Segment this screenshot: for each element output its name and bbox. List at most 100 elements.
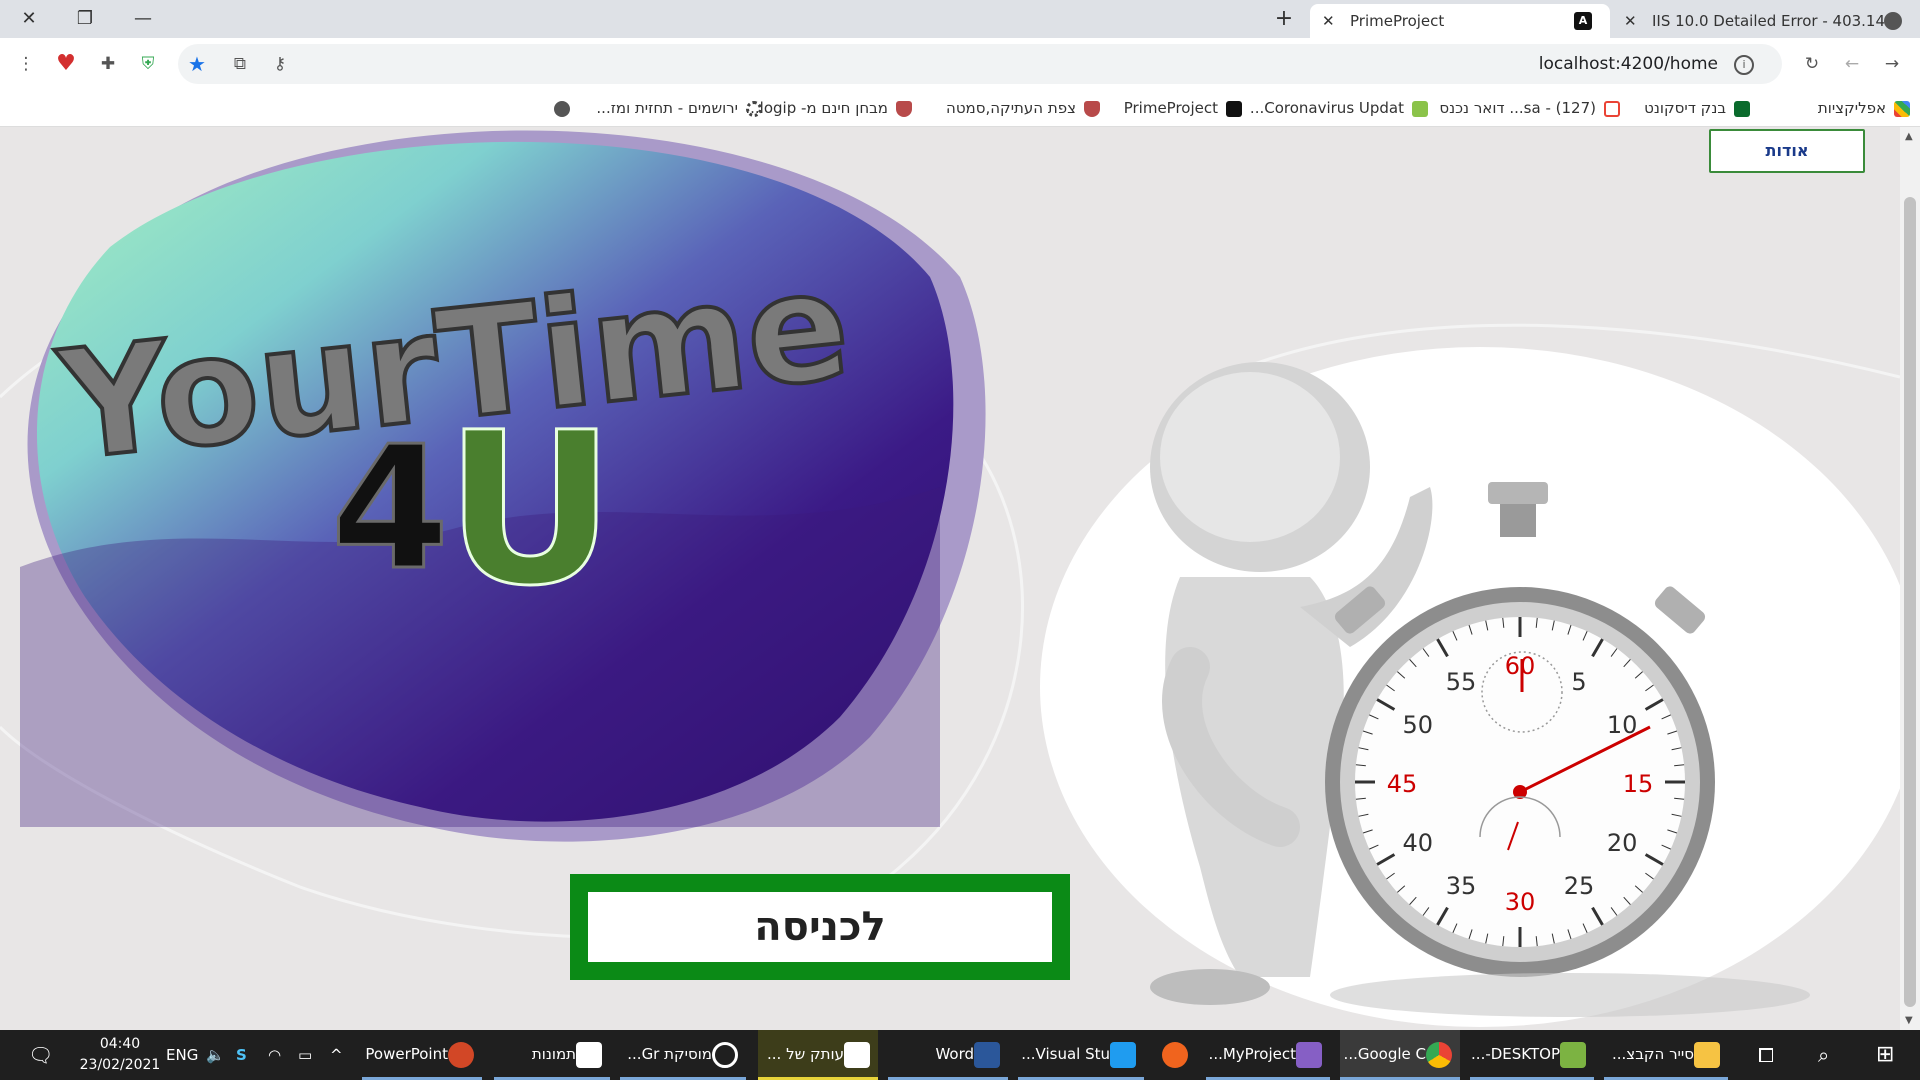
angular-icon bbox=[1226, 100, 1242, 117]
shield-icon bbox=[896, 100, 912, 117]
tab-primeproject[interactable]: ✕ PrimeProject A bbox=[1310, 4, 1610, 38]
globe-icon bbox=[554, 100, 570, 117]
tab-close-icon[interactable]: ✕ bbox=[1322, 4, 1335, 38]
heart-extension-icon[interactable]: ♥ bbox=[54, 52, 78, 76]
remote-icon bbox=[1560, 1041, 1586, 1068]
back-icon[interactable]: → bbox=[1880, 52, 1904, 76]
battery-icon[interactable]: ▭ bbox=[298, 1030, 312, 1080]
movie-maker-icon bbox=[844, 1041, 870, 1068]
menu-dots-icon[interactable]: ⋮ bbox=[14, 52, 38, 76]
scroll-up-icon[interactable]: ▲ bbox=[1905, 131, 1913, 142]
translate-icon[interactable]: ⧉ bbox=[228, 52, 252, 76]
bookmark-star-icon[interactable]: ★ bbox=[188, 52, 206, 76]
bookmark-discount-bank[interactable]: בנק דיסקונט bbox=[1644, 90, 1750, 126]
dial-number: 35 bbox=[1446, 872, 1477, 900]
address-bar[interactable]: ★ ⧉ ⚷ localhost:4200/home i bbox=[178, 44, 1782, 84]
apps-grid-icon bbox=[1894, 100, 1910, 117]
reload-icon[interactable]: ↻ bbox=[1800, 52, 1824, 76]
volume-icon[interactable]: 🔈 bbox=[206, 1030, 225, 1080]
restore-window-icon[interactable]: ❐ bbox=[70, 6, 100, 32]
taskbar-file-explorer[interactable]: סייר הקבצ... bbox=[1604, 1030, 1728, 1078]
globe-icon bbox=[1884, 12, 1902, 30]
tab-iis-error[interactable]: ✕ IIS 10.0 Detailed Error - 403.14 - bbox=[1612, 4, 1920, 38]
angular-icon: A bbox=[1574, 12, 1592, 30]
close-window-icon[interactable]: ✕ bbox=[14, 6, 44, 32]
about-button[interactable]: אודות bbox=[1709, 129, 1865, 173]
taskbar-orange-app[interactable] bbox=[1156, 1030, 1196, 1078]
search-icon[interactable]: ⌕ bbox=[1818, 1030, 1829, 1080]
taskbar-chrome[interactable]: Google C... bbox=[1340, 1030, 1460, 1078]
forward-icon[interactable]: ← bbox=[1840, 52, 1864, 76]
tab-bar: ✕ ❐ — + ✕ PrimeProject A ✕ IIS 10.0 Deta… bbox=[0, 0, 1920, 38]
app-orange-icon bbox=[1162, 1041, 1188, 1068]
vscode-icon bbox=[1110, 1041, 1136, 1068]
photos-icon bbox=[576, 1041, 602, 1068]
taskbar-powerpoint[interactable]: PowerPoint bbox=[362, 1030, 482, 1078]
dial-number: 25 bbox=[1564, 872, 1595, 900]
taskbar-groove-music[interactable]: מוסיקת Gr... bbox=[620, 1030, 746, 1078]
logo-letter: U bbox=[445, 387, 616, 632]
windows-taskbar: 🗨 04:40 23/02/2021 ENG 🔈 S ◠ ▭ ^ PowerPo… bbox=[0, 1030, 1920, 1080]
date: 23/02/2021 bbox=[79, 1057, 161, 1073]
visual-studio-icon bbox=[1296, 1041, 1322, 1068]
key-icon[interactable]: ⚷ bbox=[268, 52, 292, 76]
bookmark-apps[interactable]: אפליקציות bbox=[1818, 90, 1910, 126]
url-text: localhost:4200/home bbox=[1538, 54, 1718, 74]
dial-number: 40 bbox=[1403, 829, 1434, 857]
dial-number: 60 bbox=[1505, 652, 1536, 680]
task-view-icon[interactable]: ⧠ bbox=[1758, 1030, 1774, 1080]
time: 04:40 bbox=[99, 1036, 141, 1052]
stopwatch-illustration: 60 5 10 15 20 25 30 35 40 45 50 55 bbox=[1050, 347, 1900, 1030]
taskbar-movie-maker[interactable]: עותק של ... bbox=[758, 1030, 878, 1078]
info-icon[interactable]: i bbox=[1734, 55, 1754, 75]
taskbar-visual-studio[interactable]: MyProject... bbox=[1206, 1030, 1330, 1078]
folder-icon bbox=[1694, 1041, 1720, 1068]
yourtime4u-logo: YourTime 4 U bbox=[0, 127, 1020, 887]
dial-number: 45 bbox=[1387, 770, 1418, 798]
shield-icon bbox=[1084, 100, 1100, 117]
music-icon bbox=[712, 1041, 738, 1068]
bookmarks-bar: אפליקציות בנק דיסקונט (127) - sa... דואר… bbox=[0, 90, 1920, 127]
wifi-icon[interactable]: ◠ bbox=[268, 1030, 281, 1080]
dial-number: 50 bbox=[1403, 711, 1434, 739]
powerpoint-icon bbox=[448, 1041, 474, 1068]
taskbar-vscode[interactable]: Visual Stu... bbox=[1018, 1030, 1144, 1078]
tab-close-icon[interactable]: ✕ bbox=[1624, 4, 1637, 38]
tab-title: PrimeProject bbox=[1350, 12, 1445, 30]
taskbar-word[interactable]: Word bbox=[888, 1030, 1008, 1078]
language-indicator[interactable]: ENG bbox=[166, 1030, 198, 1080]
taskbar-remote-desktop[interactable]: DESKTOP-... bbox=[1470, 1030, 1594, 1078]
clock[interactable]: 04:40 23/02/2021 bbox=[60, 1034, 180, 1076]
browser-toolbar: ⋮ ♥ ✚ ⛨ ★ ⧉ ⚷ localhost:4200/home i ↻ ← … bbox=[0, 38, 1920, 90]
dial-number: 20 bbox=[1607, 829, 1638, 857]
tab-title: IIS 10.0 Detailed Error - 403.14 - bbox=[1652, 12, 1896, 30]
puzzle-extensions-icon[interactable]: ✚ bbox=[96, 52, 120, 76]
bookmark-globe[interactable] bbox=[546, 90, 570, 126]
bookmark-gmail[interactable]: (127) - sa... דואר נכנס bbox=[1439, 90, 1620, 126]
bookmark-weather[interactable]: ירושמים - תחזית ומז... bbox=[596, 90, 762, 126]
new-tab-button[interactable]: + bbox=[1270, 6, 1298, 32]
show-hidden-icons-chevron[interactable]: ^ bbox=[330, 1030, 343, 1080]
scroll-down-icon[interactable]: ▼ bbox=[1905, 1015, 1913, 1026]
chrome-icon bbox=[1426, 1041, 1452, 1068]
bank-icon bbox=[1734, 100, 1750, 117]
word-icon bbox=[974, 1041, 1000, 1068]
windows-start-icon[interactable]: ⊞ bbox=[1876, 1030, 1894, 1080]
bookmark-coronavirus[interactable]: Coronavirus Updat... bbox=[1250, 90, 1428, 126]
dial-number: 55 bbox=[1446, 668, 1477, 696]
scroll-thumb[interactable] bbox=[1904, 197, 1916, 1007]
page-scrollbar[interactable]: ▲ ▼ bbox=[1900, 127, 1920, 1030]
minimize-window-icon[interactable]: — bbox=[128, 6, 158, 32]
page-content: YourTime 4 U 60 5 10 15 20 25 30 35 40 45 50 55 bbox=[0, 127, 1900, 1030]
bookmark-primeproject[interactable]: PrimeProject bbox=[1124, 90, 1242, 126]
bookmark-tzfat[interactable]: צפת העתיקה,סמטה bbox=[946, 90, 1100, 126]
notifications-icon[interactable]: 🗨 bbox=[28, 1030, 53, 1080]
enter-button[interactable]: לכניסה bbox=[570, 874, 1070, 980]
skype-icon[interactable]: S bbox=[236, 1030, 247, 1080]
taskbar-photos[interactable]: תמונות bbox=[494, 1030, 610, 1078]
gmail-icon bbox=[1604, 100, 1620, 117]
logo-digit: 4 bbox=[331, 410, 449, 608]
bookmark-logip[interactable]: מבחן חינם מ- logip... bbox=[745, 90, 912, 126]
shield-extension-icon[interactable]: ⛨ bbox=[136, 52, 160, 76]
dial-number: 5 bbox=[1571, 668, 1586, 696]
